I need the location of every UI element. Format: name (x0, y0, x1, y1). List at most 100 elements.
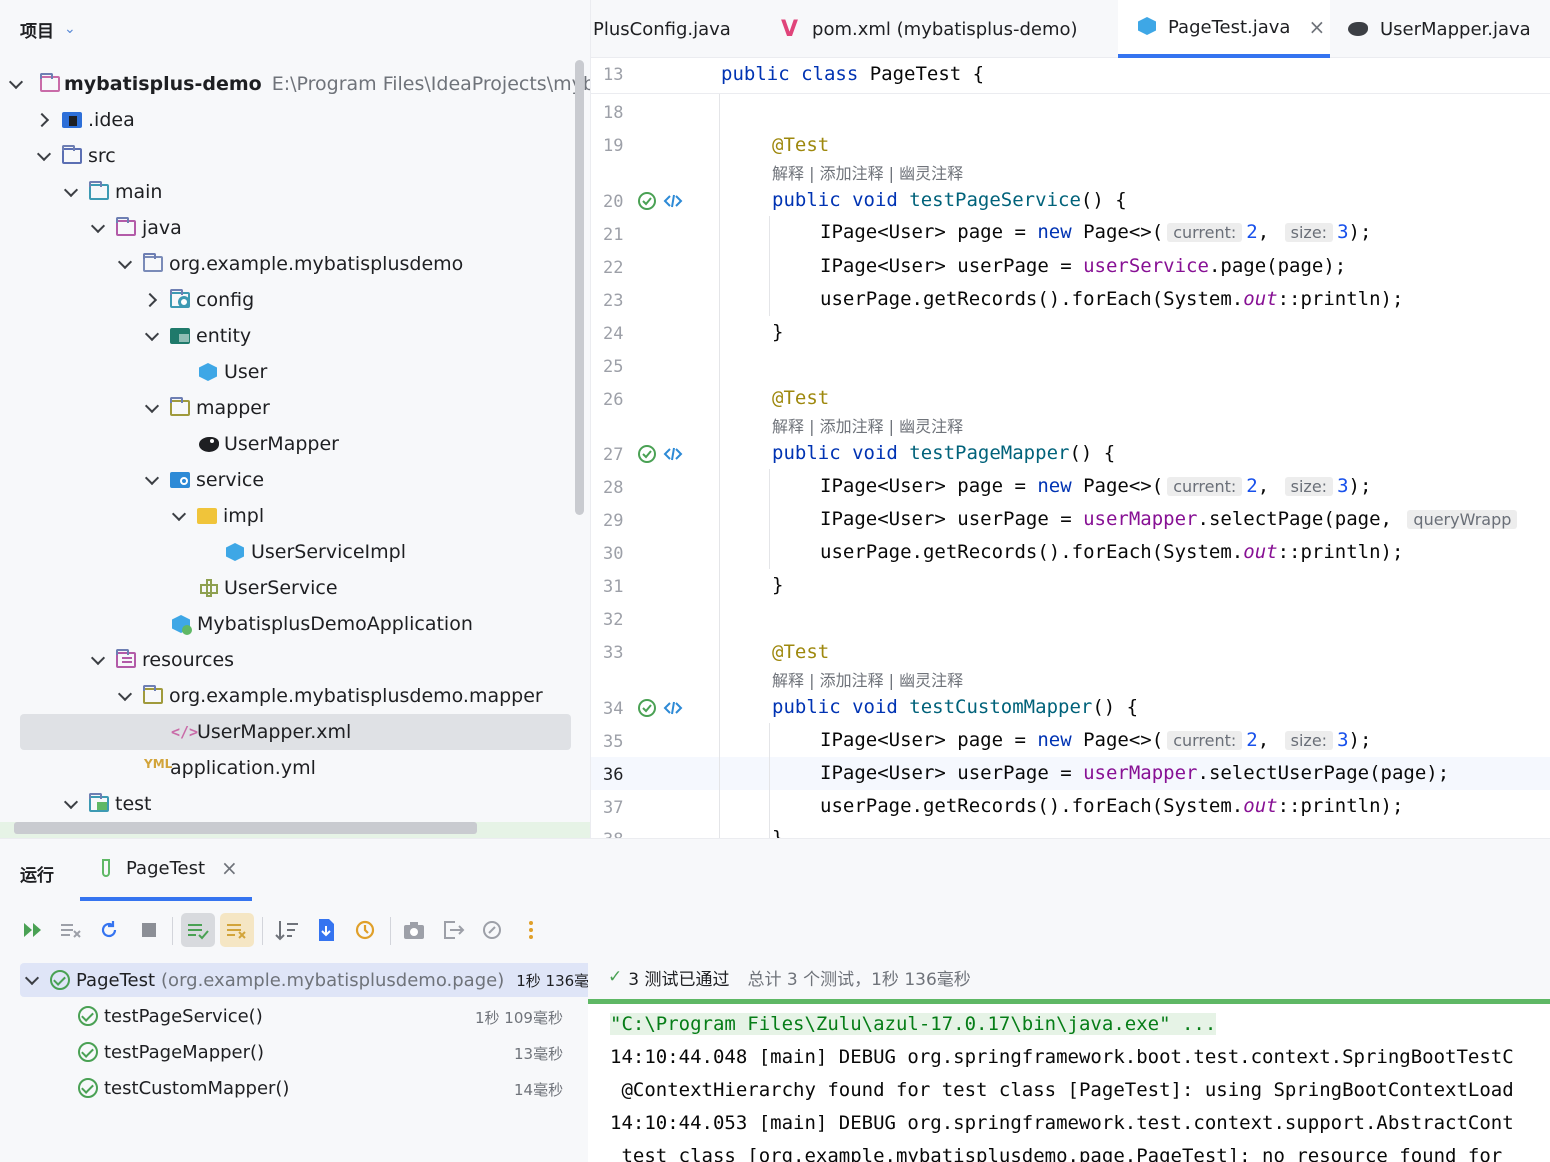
expand-arrow-icon[interactable] (24, 971, 42, 989)
expand-arrow-icon[interactable] (63, 795, 81, 813)
tree-item-mapper[interactable]: mapper (0, 390, 590, 426)
rerun-icon[interactable] (96, 917, 122, 943)
expand-arrow-icon[interactable] (144, 291, 162, 309)
stop-all-icon[interactable] (58, 917, 84, 943)
tree-item-idea[interactable]: .idea (0, 102, 590, 138)
camera-icon[interactable] (401, 917, 427, 943)
inlay-hint: size: (1284, 223, 1334, 242)
tree-item-application[interactable]: MybatisplusDemoApplication (0, 606, 590, 642)
expand-arrow-icon[interactable] (63, 183, 81, 201)
test-duration: 13毫秒 (514, 1045, 564, 1063)
tree-item-userservice[interactable]: UserService (0, 570, 590, 606)
test-passed-icon[interactable] (637, 191, 657, 211)
tree-item-application-yml[interactable]: YML application.yml (0, 750, 590, 786)
expand-arrow-icon[interactable] (144, 399, 162, 417)
expand-arrow-icon[interactable] (36, 147, 54, 165)
java-folder-icon (116, 217, 138, 238)
test-summary-bar: ✓ 3 测试已通过 总计 3 个测试，1秒 136毫秒 (588, 955, 1550, 999)
tree-item-root[interactable]: mybatisplus-demo E:\Program Files\IdeaPr… (0, 66, 590, 102)
line-number: 30 (603, 544, 624, 564)
rerun-failed-icon[interactable] (20, 917, 46, 943)
project-panel-header[interactable]: 项目 ⌄ (0, 0, 590, 58)
tree-item-config[interactable]: config (0, 282, 590, 318)
expand-arrow-icon[interactable] (171, 507, 189, 525)
tab-label: PageTest.java (1168, 16, 1291, 38)
tree-item-src[interactable]: src (0, 138, 590, 174)
expand-arrow-icon[interactable] (36, 111, 54, 129)
export-icon[interactable] (440, 917, 466, 943)
tree-item-test[interactable]: test (0, 786, 590, 822)
stop-icon[interactable] (136, 917, 162, 943)
tree-item-mapper-res[interactable]: org.example.mybatisplusdemo.mapper (0, 678, 590, 714)
tree-item-resources[interactable]: resources (0, 642, 590, 678)
close-icon[interactable]: × (221, 856, 238, 880)
console-line: 14:10:44.053 [main] DEBUG org.springfram… (610, 1112, 1514, 1134)
coverage-icon[interactable] (479, 917, 505, 943)
more-options-icon[interactable] (518, 917, 544, 943)
close-icon[interactable]: × (1308, 15, 1325, 39)
code-editor[interactable]: 13 public class PageTest { 18 19 @Test 解… (591, 58, 1550, 838)
expand-arrow-icon[interactable] (8, 75, 26, 93)
tree-item-userserviceimpl[interactable]: UserServiceImpl (0, 534, 590, 570)
tree-item-label: impl (223, 505, 265, 527)
import-tests-icon[interactable] (313, 917, 339, 943)
tab-label: PageTest (126, 857, 206, 879)
console-output[interactable]: ✓ 3 测试已通过 总计 3 个测试，1秒 136毫秒 "C:\Program … (588, 955, 1550, 1162)
show-ignored-button[interactable] (220, 913, 254, 947)
chevron-down-icon[interactable]: ⌄ (64, 21, 76, 37)
tree-item-service[interactable]: service (0, 462, 590, 498)
line-number: 37 (603, 798, 624, 818)
ai-lens-actions[interactable]: 解释 | 添加注释 | 幽灵注释 (772, 413, 963, 437)
run-test-icon[interactable] (663, 444, 683, 464)
tree-item-usermapper[interactable]: UserMapper (0, 426, 590, 462)
tab-pom[interactable]: V pom.xml (mybatisplus-demo) (781, 0, 1101, 58)
toolbar-separator (262, 917, 263, 945)
tree-item-label: org.example.mybatisplusdemo.mapper (169, 685, 543, 707)
expand-arrow-icon[interactable] (117, 687, 135, 705)
sort-icon[interactable] (274, 917, 300, 943)
run-test-icon[interactable] (663, 191, 683, 211)
test-row-suite[interactable]: PageTest (org.example.mybatisplusdemo.pa… (20, 963, 612, 997)
expand-arrow-icon[interactable] (90, 219, 108, 237)
line-number-current: 36 (603, 765, 624, 785)
annotation: @Test (772, 387, 830, 409)
tree-item-usermapper-xml[interactable]: </> UserMapper.xml (20, 714, 571, 750)
line-number: 29 (603, 511, 624, 531)
tree-item-main[interactable]: main (0, 174, 590, 210)
horizontal-scrollbar[interactable] (14, 822, 477, 834)
expand-arrow-icon[interactable] (90, 651, 108, 669)
test-passed-icon[interactable] (637, 444, 657, 464)
test-passed-icon[interactable] (637, 698, 657, 718)
tree-item-label: resources (142, 649, 235, 671)
sticky-header[interactable]: 13 public class PageTest { (591, 58, 1550, 94)
tree-item-impl[interactable]: impl (0, 498, 590, 534)
tree-item-label: application.yml (170, 757, 316, 779)
tab-plusconfig[interactable]: PlusConfig.java (591, 0, 761, 58)
test-passed-icon (78, 1006, 98, 1026)
show-passed-icon (188, 924, 209, 940)
test-name: testCustomMapper() (104, 1077, 290, 1099)
history-icon[interactable] (352, 917, 378, 943)
expand-arrow-icon[interactable] (117, 255, 135, 273)
tree-item-java[interactable]: java (0, 210, 590, 246)
expand-arrow-icon[interactable] (144, 471, 162, 489)
tab-run-pagetest[interactable]: PageTest × (80, 839, 252, 901)
tab-pagetest[interactable]: PageTest.java × (1118, 0, 1330, 58)
folder-icon (170, 397, 192, 418)
tab-usermapper[interactable]: UserMapper.java (1348, 0, 1548, 58)
expand-arrow-icon[interactable] (144, 327, 162, 345)
ai-lens-actions[interactable]: 解释 | 添加注释 | 幽灵注释 (772, 667, 963, 691)
class-icon (225, 542, 247, 562)
tree-item-entity[interactable]: entity (0, 318, 590, 354)
inlay-hint: current: (1167, 477, 1243, 496)
tree-item-user[interactable]: User (0, 354, 590, 390)
test-progress-bar (588, 999, 1550, 1004)
ai-lens-actions[interactable]: 解释 | 添加注释 | 幽灵注释 (772, 160, 963, 184)
line-number: 13 (603, 65, 624, 85)
show-passed-button[interactable] (181, 913, 215, 947)
show-ignored-icon (227, 924, 246, 939)
indent-guide (769, 723, 770, 838)
tree-item-package[interactable]: org.example.mybatisplusdemo (0, 246, 590, 282)
run-test-icon[interactable] (663, 698, 683, 718)
vertical-scrollbar[interactable] (575, 60, 584, 515)
